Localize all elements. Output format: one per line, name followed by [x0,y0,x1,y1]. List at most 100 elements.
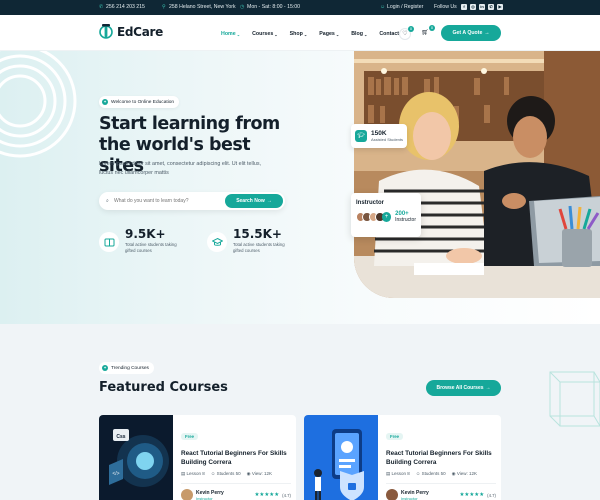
search-input[interactable] [114,196,214,206]
welcome-badge: ✦ Welcome to Online Education [99,96,180,108]
instructor-avatars: + 200+ Instructor [356,211,416,223]
divider [386,483,496,484]
location-icon: ⚲ [162,3,166,10]
divider [181,483,291,484]
chevron-down-icon: ⌄ [236,31,241,37]
decorative-circles [0,51,77,158]
star-icon: ★★★★★ [254,492,280,498]
wishlist-count: 0 [408,26,414,32]
course-rating: ★★★★★ (4.7) [254,492,292,498]
instagram-icon[interactable]: ◎ [470,3,476,10]
phone-icon: ✆ [99,3,104,10]
topbar-address: ⚲ 258 Helano Street, New York [162,3,236,10]
arrow-right-icon: → [266,198,272,204]
follow-us-label: Follow Us [434,4,457,10]
instructor-count: 200+ Instructor [395,211,416,223]
lesson-count: ▤ Lesson 8 [386,471,410,476]
lesson-count: ▤ Lesson 8 [181,471,205,476]
youtube-icon[interactable]: ▶ [497,3,503,10]
linkedin-icon[interactable]: in [479,3,485,10]
course-body: Free React Tutorial Beginners For Skills… [181,425,291,500]
hero-section: ✦ Welcome to Online Education Start lear… [0,51,600,324]
book-icon [99,232,119,252]
instructor-card-title: Instructor [356,200,385,206]
main-menu: Home ⌄ Courses ⌄ Shop ⌄ Pages ⌄ Blog ⌄ Contac… [221,31,399,37]
trending-courses-badge: ✦ Trending Courses [99,362,154,374]
course-title[interactable]: React Tutorial Beginners For Skills Buil… [386,449,496,467]
chevron-down-icon: ⌄ [274,31,278,37]
nav-icons: ♡ 0 🛒︎ 0 [399,25,435,40]
chevron-down-icon: ⌄ [303,31,308,37]
instructor-card: Instructor + 200+ Instructor [351,193,421,237]
login-register-link[interactable]: ☺ Login / Register [380,4,423,10]
course-body: Free React Tutorial Beginners For Skills… [386,425,496,500]
stat-value: 15.5K+ [233,227,282,241]
facebook-icon[interactable]: f [461,3,467,10]
main-navbar: EdCare Home ⌄ Courses ⌄ Shop ⌄ Pages ⌄ Blog ⌄… [0,15,600,51]
menu-item-shop[interactable]: Shop ⌄ [290,31,308,37]
brand-name: EdCare [117,25,163,39]
cap-icon: ✦ [102,99,108,105]
chevron-down-icon: ⌄ [364,31,368,37]
stat-courses: 15.5K+ Total active students taking gift… [207,227,293,254]
view-count: ◉ View: 12K [451,471,478,476]
course-rating: ★★★★★ (4.7) [459,492,497,498]
search-now-button[interactable]: Search Now → [225,194,283,208]
topbar-phone[interactable]: ✆ 256 214 203 215 [99,4,145,10]
price-badge: Free [386,433,404,440]
course-title[interactable]: React Tutorial Beginners For Skills Buil… [181,449,291,467]
course-thumbnail [304,415,378,500]
avatar [386,489,398,500]
menu-item-home[interactable]: Home ⌄ [221,31,240,37]
star-icon: ★★★★★ [459,492,485,498]
course-thumbnail: Css </> [99,415,173,500]
chevron-down-icon: ⌄ [335,31,340,37]
search-icon: ⌕ [106,198,109,204]
cap-icon: 🎓︎ [355,130,367,142]
svg-text:Css: Css [116,434,125,440]
menu-item-courses[interactable]: Courses ⌄ [252,31,278,37]
wishlist-button[interactable]: ♡ 0 [399,26,414,40]
user-icon: ☺ [380,3,386,10]
heart-icon: ♡ [402,31,408,37]
arrow-right-icon: → [484,30,490,36]
skype-icon[interactable]: ✆ [488,3,494,10]
course-meta: ▤ Lesson 8 ☺ Students 50 ◉ View: 12K [386,471,496,477]
graduation-icon [207,232,227,252]
decorative-cube [549,371,600,427]
get-a-quote-button[interactable]: Get A Quote → [441,25,501,41]
course-search: ⌕ Search Now → [99,192,285,210]
assisted-students-badge: 🎓︎ 150K Assisted Students [351,124,407,148]
topbar-hours: ◷ Mon - Sat: 8:00 - 15:00 [240,3,301,10]
cart-count: 0 [429,25,435,31]
stat-label: Total active students taking gifted cour… [233,242,285,253]
stat-value: 9.5K+ [125,227,166,241]
course-author: Kevin Perry Instructor ★★★★★ (4.7) [181,489,291,500]
browse-all-courses-button[interactable]: Browse All Courses → [426,380,501,396]
logo-icon [99,24,113,39]
student-count: ☺ Students 50 [415,471,446,476]
arrow-right-icon: → [485,385,491,391]
course-card[interactable]: Css </> Free React Tutorial Beginners Fo… [99,415,296,500]
section-title: Featured Courses [99,380,228,395]
clock-icon: ◷ [240,3,245,10]
brand-logo[interactable]: EdCare [99,24,163,40]
student-count: ☺ Students 50 [210,471,241,476]
price-badge: Free [181,433,199,440]
menu-item-blog[interactable]: Blog ⌄ [351,31,367,37]
top-bar: ✆ 256 214 203 215 ⚲ 258 Helano Street, N… [0,0,600,15]
course-meta: ▤ Lesson 8 ☺ Students 50 ◉ View: 12K [181,471,291,477]
view-count: ◉ View: 12K [246,471,273,476]
course-card[interactable]: Free React Tutorial Beginners For Skills… [304,415,501,500]
social-links: f ◎ in ✆ ▶ [461,3,503,10]
hero-students-image [354,51,600,298]
cap-icon: ✦ [102,365,108,371]
stat-students: 9.5K+ Total active students taking gifte… [99,227,185,254]
course-author: Kevin Perry Instructor ★★★★★ (4.7) [386,489,496,500]
cart-button[interactable]: 🛒︎ 0 [419,25,435,40]
menu-item-pages[interactable]: Pages ⌄ [319,31,339,37]
plus-icon: + [381,212,392,222]
menu-item-contact[interactable]: Contact [379,31,399,37]
stat-label: Total active students taking gifted cour… [125,242,177,253]
cart-icon: 🛒︎ [421,30,429,36]
